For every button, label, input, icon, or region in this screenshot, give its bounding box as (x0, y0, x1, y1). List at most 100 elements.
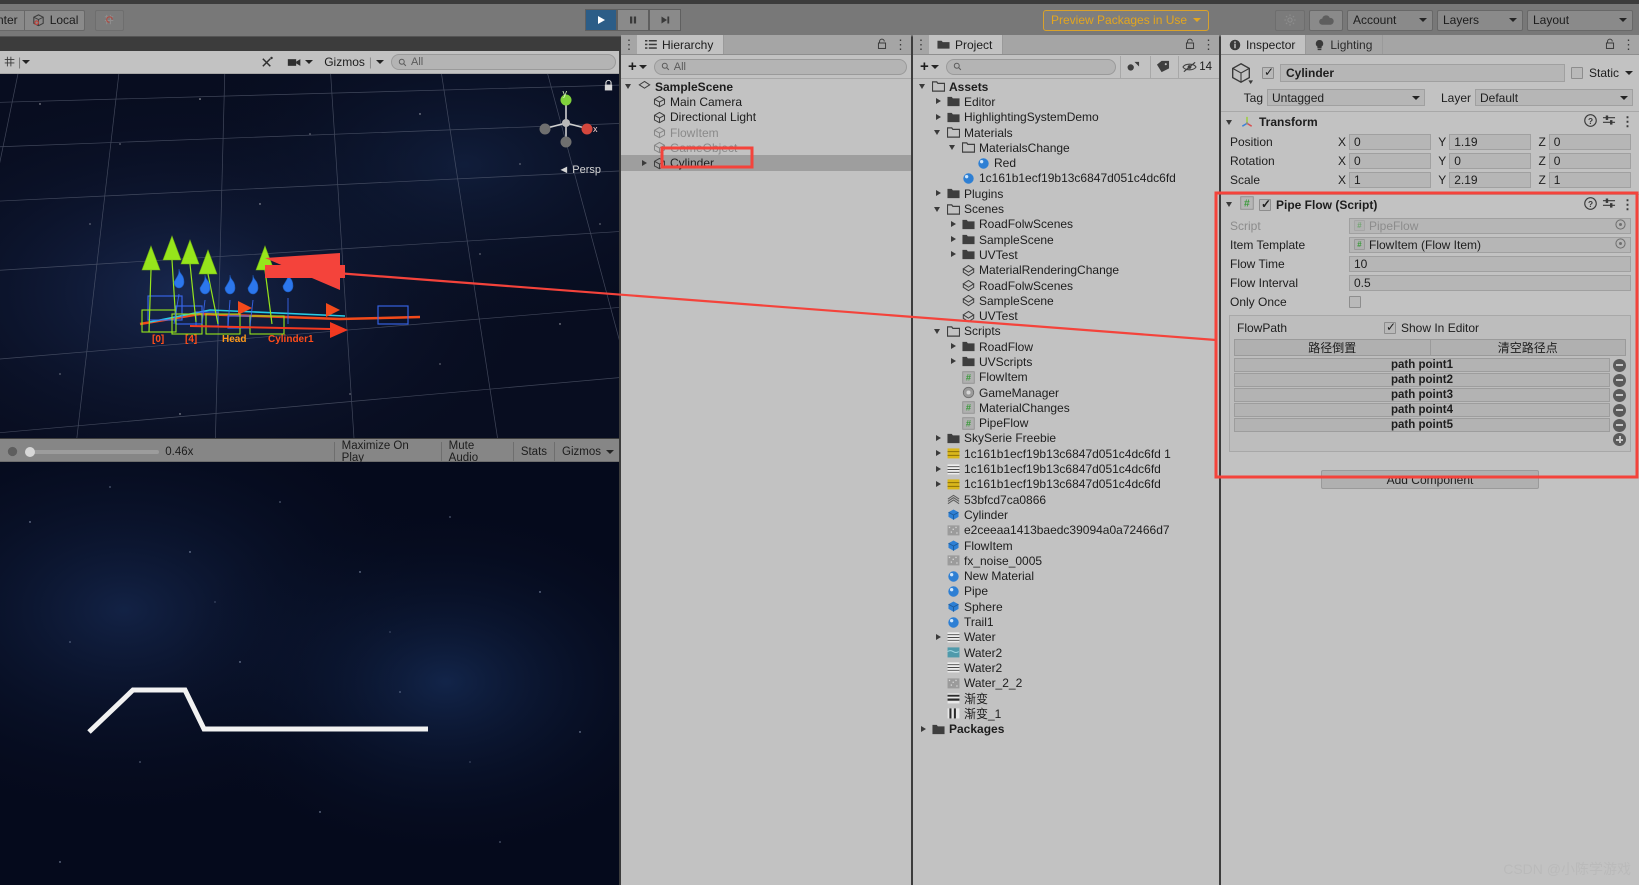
project-item[interactable]: RoadFlow (913, 339, 1219, 354)
project-item[interactable]: Water2 (913, 660, 1219, 675)
project-add-button[interactable]: + (917, 58, 942, 75)
object-filter-icon[interactable] (1120, 55, 1146, 78)
project-item[interactable]: Trail1 (913, 614, 1219, 629)
text-field[interactable]: 0.5 (1349, 274, 1631, 291)
project-item[interactable]: SkySerie Freebie (913, 431, 1219, 446)
project-item[interactable]: RoadFolwScenes (913, 217, 1219, 232)
object-field[interactable]: # PipeFlow (1349, 217, 1631, 234)
project-item[interactable]: Water_2_2 (913, 676, 1219, 691)
chevron-down-icon[interactable] (949, 143, 958, 152)
grid-snap-icon[interactable] (95, 9, 125, 31)
project-item[interactable]: Scenes (913, 201, 1219, 216)
layout-button[interactable]: Layout (1527, 9, 1633, 31)
project-item[interactable]: UVScripts (913, 354, 1219, 369)
transform-position-z-input[interactable]: 0 (1548, 133, 1631, 150)
preset-icon[interactable] (1602, 114, 1616, 130)
chevron-right-icon[interactable] (934, 97, 943, 106)
kebab-icon[interactable]: ⋮ (1202, 37, 1215, 53)
remove-path-point-button[interactable] (1613, 418, 1626, 432)
chevron-right-icon[interactable] (949, 357, 958, 366)
hierarchy-item-samplescene[interactable]: SampleScene (621, 79, 911, 94)
remove-path-point-button[interactable] (1613, 403, 1626, 417)
project-item[interactable]: UVTest (913, 308, 1219, 323)
remove-path-point-button[interactable] (1613, 388, 1626, 402)
transform-position-x-input[interactable]: 0 (1349, 133, 1432, 150)
project-item[interactable]: fx_noise_0005 (913, 553, 1219, 568)
preview-packages-button[interactable]: Preview Packages in Use (1043, 9, 1210, 31)
chevron-right-icon[interactable] (934, 465, 943, 474)
chevron-right-icon[interactable] (949, 250, 958, 259)
transform-scale-z-input[interactable]: 1 (1548, 171, 1631, 188)
lock-icon[interactable] (1185, 38, 1195, 53)
chevron-down-icon[interactable] (1226, 200, 1235, 209)
project-item[interactable]: Sphere (913, 599, 1219, 614)
kebab-icon[interactable]: ⋮ (1621, 197, 1634, 213)
chevron-right-icon[interactable] (919, 725, 928, 734)
scene-lock-icon[interactable] (603, 79, 614, 95)
remove-path-point-button[interactable] (1613, 358, 1626, 372)
account-button[interactable]: Account (1347, 9, 1433, 31)
chevron-down-icon[interactable] (1625, 71, 1633, 75)
pause-button[interactable] (617, 9, 649, 31)
hidden-assets-indicator[interactable]: 14 (1178, 55, 1215, 78)
object-enabled-checkbox[interactable] (1262, 65, 1274, 79)
cloud-icon[interactable] (1309, 9, 1343, 31)
game-gizmos-button[interactable]: Gizmos (554, 442, 619, 461)
game-view[interactable] (0, 462, 619, 885)
project-item[interactable]: 渐变 (913, 691, 1219, 706)
chevron-right-icon[interactable] (934, 113, 943, 122)
pipe-flow-header[interactable]: # Pipe Flow (Script) ? ⋮ (1221, 194, 1639, 214)
chevron-right-icon[interactable] (934, 434, 943, 443)
remove-path-point-button[interactable] (1613, 373, 1626, 387)
project-item[interactable]: 渐变_1 (913, 706, 1219, 721)
path-point-field[interactable]: path point3 (1234, 388, 1610, 402)
transform-rotation-z-input[interactable]: 0 (1548, 152, 1631, 169)
transform-scale-x-input[interactable]: 1 (1349, 171, 1432, 188)
project-tree[interactable]: Assets Editor HighlightingSystemDemo Materi… (913, 79, 1219, 885)
path-point-field[interactable]: path point5 (1234, 418, 1610, 432)
object-name-input[interactable]: Cylinder (1280, 64, 1565, 82)
project-item[interactable]: Editor (913, 94, 1219, 109)
path-point-field[interactable]: path point1 (1234, 358, 1610, 372)
project-item[interactable]: Red (913, 155, 1219, 170)
lock-icon[interactable] (877, 38, 887, 53)
hierarchy-add-button[interactable]: + (625, 58, 650, 75)
chevron-right-icon[interactable] (949, 220, 958, 229)
hierarchy-tree[interactable]: SampleScene Main Camera Directional Light F… (621, 79, 911, 171)
project-item[interactable]: GameManager (913, 385, 1219, 400)
text-field[interactable]: 10 (1349, 255, 1631, 272)
project-kebab-icon[interactable]: ⋮ (915, 37, 928, 53)
chevron-down-icon[interactable] (934, 128, 943, 137)
add-path-point-button[interactable] (1613, 433, 1626, 446)
pivot-mode-button[interactable]: nter (0, 9, 25, 31)
project-item[interactable]: RoadFolwScenes (913, 278, 1219, 293)
transform-header[interactable]: Transform ? ⋮ (1221, 112, 1639, 132)
project-item[interactable]: Materials (913, 125, 1219, 140)
project-item[interactable]: e2ceeaa1413baedc39094a0a72466d7 (913, 523, 1219, 538)
chevron-right-icon[interactable] (934, 189, 943, 198)
project-item[interactable]: Scripts (913, 324, 1219, 339)
hierarchy-item-main-camera[interactable]: Main Camera (621, 94, 911, 109)
transform-position-y-input[interactable]: 1.19 (1449, 133, 1532, 150)
transform-rotation-y-input[interactable]: 0 (1449, 152, 1532, 169)
chevron-down-icon[interactable] (934, 327, 943, 336)
scene-projection-label[interactable]: ◄ Persp (558, 164, 601, 176)
layers-button[interactable]: Layers (1437, 9, 1523, 31)
project-item[interactable]: SampleScene (913, 232, 1219, 247)
reverse-path-button[interactable]: 路径倒置 (1234, 339, 1431, 356)
show-in-editor-checkbox[interactable] (1384, 320, 1396, 334)
hierarchy-search-input[interactable]: All (653, 58, 907, 75)
transform-scale-y-input[interactable]: 2.19 (1449, 171, 1532, 188)
layer-dropdown[interactable]: Default (1475, 89, 1633, 106)
lock-icon[interactable] (1605, 38, 1615, 53)
pipe-flow-enabled-checkbox[interactable] (1259, 197, 1271, 211)
tab-project[interactable]: Project (929, 35, 1004, 54)
tag-dropdown[interactable]: Untagged (1267, 89, 1425, 106)
transform-rotation-x-input[interactable]: 0 (1349, 152, 1432, 169)
chevron-right-icon[interactable] (949, 235, 958, 244)
object-picker-icon[interactable] (1615, 237, 1626, 252)
hierarchy-item-directional-light[interactable]: Directional Light (621, 110, 911, 125)
kebab-icon[interactable]: ⋮ (1622, 37, 1635, 53)
hierarchy-item-cylinder[interactable]: Cylinder (621, 155, 911, 171)
object-field[interactable]: # FlowItem (Flow Item) (1349, 236, 1631, 253)
